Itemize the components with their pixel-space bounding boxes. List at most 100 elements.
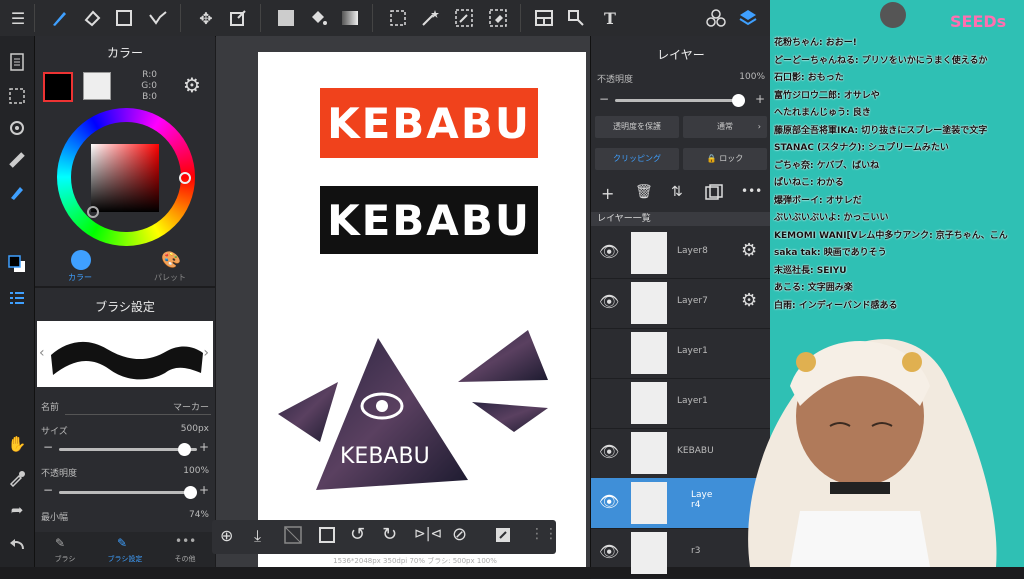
protect-alpha-button[interactable]: 透明度を保護	[595, 116, 679, 138]
opacity-plus-icon[interactable]: +	[199, 483, 209, 497]
palette-tab-label[interactable]: パレット	[125, 272, 215, 283]
color-swatch-icon[interactable]	[5, 252, 29, 276]
layer-settings-gear-icon[interactable]: ⚙	[741, 240, 757, 261]
ruler-icon[interactable]	[5, 148, 29, 172]
brush-settings-tab-icon[interactable]: ✎	[117, 536, 127, 550]
document-icon[interactable]	[5, 50, 29, 74]
select-eraser-icon[interactable]	[486, 6, 510, 30]
color-tab-icon[interactable]	[71, 250, 91, 270]
canvas-page[interactable]: KEBABU KEBABU KEBABU	[258, 52, 586, 567]
add-layer-icon[interactable]: +	[601, 184, 614, 203]
sv-cursor[interactable]	[87, 206, 99, 218]
snap-off-icon[interactable]: ⊘	[452, 524, 467, 545]
text-tool-icon[interactable]: T	[598, 6, 622, 30]
layer-more-icon[interactable]: •••	[741, 184, 762, 198]
undo-icon[interactable]	[5, 532, 29, 556]
gradient-tool-icon[interactable]	[338, 6, 362, 30]
eyedropper-icon[interactable]	[5, 466, 29, 490]
select-tool-icon[interactable]	[386, 6, 410, 30]
previous-brush-chevron-icon[interactable]: ‹	[39, 345, 45, 361]
bucket-tool-icon[interactable]	[306, 6, 330, 30]
brush-settings-tab-label[interactable]: ブラシ設定	[95, 554, 155, 564]
redo-icon[interactable]: ➦	[5, 498, 29, 522]
delete-layer-icon[interactable]: 🗑	[635, 184, 653, 200]
secondary-color-swatch[interactable]	[83, 72, 111, 100]
size-slider-knob[interactable]	[177, 443, 191, 456]
opacity-value: 100%	[183, 466, 209, 476]
download-icon[interactable]: ⤓	[254, 526, 261, 546]
visibility-eye-icon[interactable]: 👁	[599, 292, 619, 311]
layer-opacity-slider[interactable]	[615, 94, 745, 107]
chat-message: ごちゃ奈: ケバブ、ばいね	[774, 160, 880, 171]
chat-message: 石口影: おもった	[774, 73, 844, 83]
next-brush-chevron-icon[interactable]: ›	[203, 345, 209, 361]
stroke-tool-icon[interactable]	[146, 6, 170, 30]
layer-row[interactable]: 👁 Layer8 ⚙	[591, 228, 771, 279]
clipping-button[interactable]: クリッピング	[595, 148, 679, 170]
transform-tool-icon[interactable]	[226, 6, 250, 30]
select-pen-icon[interactable]	[452, 6, 476, 30]
chat-message: ぶいぶいぶいよ: かっこいい	[774, 213, 889, 223]
frame-divider-icon[interactable]	[532, 6, 556, 30]
primary-color-swatch[interactable]	[43, 72, 73, 102]
eraser-tool-icon[interactable]	[80, 6, 104, 30]
duplicate-layer-icon[interactable]	[705, 184, 723, 204]
more-options-icon[interactable]: •••	[175, 534, 196, 548]
edit-icon[interactable]	[494, 526, 512, 548]
hand-tool-icon[interactable]: ✋	[5, 432, 29, 456]
layers-icon[interactable]	[736, 6, 760, 30]
layer-opacity-plus-icon[interactable]: +	[755, 92, 765, 106]
visibility-eye-icon[interactable]: 👁	[599, 492, 619, 511]
materials-icon[interactable]	[704, 6, 728, 30]
brush-tab-icon[interactable]: ✎	[55, 536, 65, 550]
rotate-right-icon[interactable]: ↻	[382, 524, 397, 545]
brush-tab-label[interactable]: ブラシ	[35, 554, 95, 564]
move-tool-icon[interactable]: ✥	[194, 6, 218, 30]
hue-cursor[interactable]	[179, 172, 191, 184]
visibility-eye-icon[interactable]: 👁	[599, 442, 619, 461]
color-settings-gear-icon[interactable]: ⚙	[183, 74, 205, 96]
size-minus-icon[interactable]: −	[43, 440, 53, 454]
list-view-icon[interactable]	[5, 286, 29, 310]
palette-tab-icon[interactable]: 🎨	[161, 250, 181, 270]
color-tab-label[interactable]: カラー	[35, 272, 125, 283]
rotate-left-icon[interactable]: ↺	[350, 524, 365, 545]
fill-layer-icon[interactable]	[318, 526, 336, 548]
lock-button[interactable]: 🔒 ロック	[683, 148, 767, 170]
pen-tool-icon[interactable]	[5, 180, 29, 204]
menu-icon[interactable]: ☰	[6, 6, 30, 30]
opacity-slider[interactable]	[59, 486, 197, 499]
brush-tool-icon[interactable]	[48, 6, 72, 30]
size-slider[interactable]	[59, 443, 197, 456]
stream-chat-overlay: SEEDs 花粉ちゃん: おおー! どーどーちゃんねる: プリソをいかにうまく使え…	[748, 0, 1024, 567]
blue-value: B:0	[142, 92, 157, 102]
clear-layer-icon[interactable]	[284, 526, 302, 548]
visibility-eye-icon[interactable]: 👁	[599, 242, 619, 261]
layer-opacity-minus-icon[interactable]: −	[599, 92, 609, 106]
size-plus-icon[interactable]: +	[199, 440, 209, 454]
other-tab-label[interactable]: その他	[155, 554, 215, 564]
dot-picker-icon[interactable]	[564, 6, 588, 30]
chat-message: ぱいねこ: わかる	[774, 178, 844, 188]
chat-message: あこる: 文字囲み楽	[774, 283, 853, 293]
saturation-value-square[interactable]	[91, 144, 159, 212]
shape-tool-icon[interactable]	[112, 6, 136, 30]
lock-icon: 🔒	[706, 154, 717, 163]
blend-mode-button[interactable]: 通常 ›	[683, 116, 767, 138]
opacity-slider-knob[interactable]	[184, 486, 197, 499]
opacity-minus-icon[interactable]: −	[43, 483, 53, 497]
transform-handle-icon[interactable]: ⊕	[220, 526, 233, 545]
reorder-layers-icon[interactable]: ⇅	[671, 184, 683, 200]
rotate-view-icon[interactable]	[5, 116, 29, 140]
brush-name-value[interactable]: マーカー	[173, 400, 209, 413]
flip-horizontal-icon[interactable]: ⊳|⊲	[414, 526, 442, 542]
visibility-eye-icon[interactable]: 👁	[599, 542, 619, 561]
grip-icon[interactable]: ⋮⋮	[530, 526, 558, 542]
green-value: G:0	[141, 81, 157, 91]
layer-opacity-knob[interactable]	[732, 94, 745, 107]
brush-bottom-tabs: ✎ ブラシ ✎ ブラシ設定 ••• その他	[35, 532, 215, 567]
toolbar-divider	[34, 4, 35, 32]
selection-icon[interactable]	[5, 84, 29, 108]
fill-color-icon[interactable]	[274, 6, 298, 30]
magic-wand-icon[interactable]	[418, 6, 442, 30]
